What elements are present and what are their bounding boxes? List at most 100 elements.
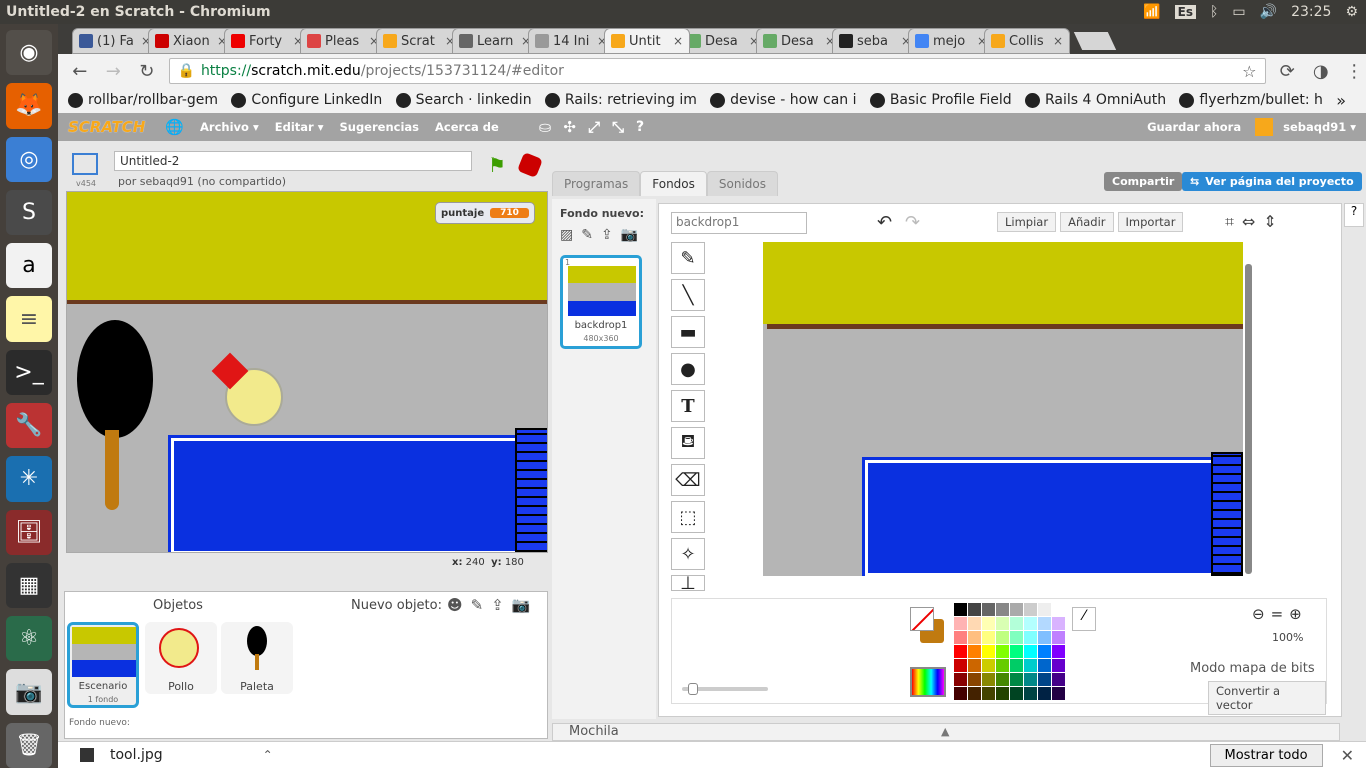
shrink-icon[interactable]: ⤡ <box>612 118 624 136</box>
palette-swatch[interactable] <box>954 631 967 644</box>
menu-acerca-de[interactable]: Acerca de <box>435 120 499 134</box>
fullscreen-icon[interactable] <box>72 153 98 175</box>
chromium-icon[interactable]: ◎ <box>6 136 52 182</box>
globe-icon[interactable]: 🌐 <box>165 118 184 136</box>
palette-swatch[interactable] <box>1010 631 1023 644</box>
palette-swatch[interactable] <box>1024 687 1037 700</box>
palette-swatch[interactable] <box>1038 673 1051 686</box>
extension-2-icon[interactable]: ◑ <box>1309 61 1333 82</box>
user-avatar[interactable] <box>1255 118 1274 136</box>
add-button[interactable]: Añadir <box>1060 212 1114 232</box>
brush-size-thumb[interactable] <box>688 683 698 695</box>
sprite-thumb-paleta[interactable]: Paleta <box>221 622 293 694</box>
browser-tab[interactable]: Forty × <box>224 28 310 54</box>
green-flag-icon[interactable]: ⚑ <box>488 153 506 177</box>
camera-icon[interactable]: 📷 <box>6 669 52 715</box>
paint-backdrop-icon[interactable]: ✎ <box>581 227 593 243</box>
sublime-text-icon[interactable]: S <box>6 189 52 236</box>
show-all-button[interactable]: Mostrar todo <box>1209 743 1323 767</box>
file-manager-icon[interactable]: 🗄 <box>6 509 52 555</box>
tab-close-icon[interactable]: × <box>673 34 683 48</box>
palette-swatch[interactable] <box>1052 631 1065 644</box>
stage-canvas[interactable]: puntaje 710 <box>66 191 548 553</box>
palette-swatch[interactable] <box>1010 603 1023 616</box>
menu-sugerencias[interactable]: Sugerencias <box>339 120 419 134</box>
browser-tab[interactable]: Learn × <box>452 28 538 54</box>
ubuntu-dash-icon[interactable]: ◉ <box>6 30 52 76</box>
palette-swatch[interactable] <box>1052 603 1065 616</box>
palette-swatch[interactable] <box>1010 673 1023 686</box>
palette-swatch[interactable] <box>982 659 995 672</box>
firefox-icon[interactable]: 🦊 <box>6 83 52 129</box>
text-tool-icon[interactable]: T <box>671 390 705 422</box>
backdrop-library-icon[interactable]: ▨ <box>560 227 573 243</box>
bookmark-star-icon[interactable]: ☆ <box>1242 62 1256 81</box>
select-tool-icon[interactable]: ⬚ <box>671 501 705 533</box>
paddle-sprite[interactable] <box>77 320 153 438</box>
browser-tab[interactable]: (1) Fa × <box>72 28 158 54</box>
palette-swatch[interactable] <box>1038 659 1051 672</box>
palette-swatch[interactable] <box>996 673 1009 686</box>
palette-swatch[interactable] <box>968 673 981 686</box>
eraser-tool-icon[interactable]: ⌫ <box>671 464 705 496</box>
upload-backdrop-icon[interactable]: ⇪ <box>601 227 613 243</box>
workspaces-icon[interactable]: ▦ <box>6 562 52 609</box>
palette-swatch[interactable] <box>968 687 981 700</box>
color-picker-gradient[interactable] <box>910 667 946 697</box>
clock[interactable]: 23:25 <box>1291 4 1331 20</box>
cut-icon[interactable]: ✣ <box>563 118 576 136</box>
sprite-library-icon[interactable]: ☻ <box>447 596 463 614</box>
palette-swatch[interactable] <box>1038 603 1051 616</box>
palette-swatch[interactable] <box>1038 645 1051 658</box>
palette-swatch[interactable] <box>968 659 981 672</box>
bookmark-item[interactable]: Basic Profile Field <box>869 92 1011 108</box>
palette-swatch[interactable] <box>1052 673 1065 686</box>
flip-vertical-icon[interactable]: ⇕ <box>1263 212 1276 232</box>
palette-swatch[interactable] <box>1052 659 1065 672</box>
bookmark-item[interactable]: devise - how can i <box>710 92 856 108</box>
save-now-link[interactable]: Guardar ahora <box>1147 120 1241 134</box>
zoom-in-icon[interactable]: ⊕ <box>1289 605 1302 623</box>
backpack-toggle-icon[interactable]: ▲ <box>941 725 949 738</box>
notes-icon[interactable]: ≡ <box>6 296 52 342</box>
palette-swatch[interactable] <box>1052 687 1065 700</box>
palette-swatch[interactable] <box>968 645 981 658</box>
browser-tab[interactable]: 14 Ini × <box>528 28 614 54</box>
convert-vector-button[interactable]: Convertir a vector <box>1208 681 1326 715</box>
palette-swatch[interactable] <box>1038 631 1051 644</box>
tab-sonidos[interactable]: Sonidos <box>706 171 778 196</box>
clear-button[interactable]: Limpiar <box>997 212 1057 232</box>
new-tab-button[interactable] <box>1073 32 1117 50</box>
palette-swatch[interactable] <box>1024 631 1037 644</box>
palette-swatch[interactable] <box>982 645 995 658</box>
bookmark-item[interactable]: rollbar/rollbar-gem <box>68 92 217 108</box>
wifi-icon[interactable]: 📶 <box>1143 4 1160 20</box>
scratch-logo[interactable]: SCRATCH <box>68 118 145 136</box>
battery-icon[interactable]: ▭ <box>1232 4 1245 20</box>
palette-swatch[interactable] <box>1010 645 1023 658</box>
terminal-icon[interactable]: >_ <box>6 349 52 395</box>
upload-sprite-icon[interactable]: ⇪ <box>491 596 504 614</box>
palette-swatch[interactable] <box>1024 617 1037 630</box>
project-title-input[interactable]: Untitled-2 <box>114 151 472 171</box>
amazon-icon[interactable]: a <box>6 243 52 289</box>
palette-swatch[interactable] <box>982 673 995 686</box>
palette-swatch[interactable] <box>954 645 967 658</box>
bookmark-item[interactable]: flyerhzm/bullet: h <box>1179 92 1322 108</box>
redo-icon[interactable]: ↷ <box>905 212 920 233</box>
download-chevron-icon[interactable]: ⌃ <box>263 748 273 762</box>
keyboard-layout[interactable]: Es <box>1174 5 1196 19</box>
browser-tab[interactable]: Collis × <box>984 28 1070 54</box>
canvas-scrollbar[interactable] <box>1245 264 1252 574</box>
browser-tab[interactable]: Untit × <box>604 28 690 54</box>
bookmark-item[interactable]: Rails: retrieving im <box>544 92 696 108</box>
palette-swatch[interactable] <box>1024 645 1037 658</box>
import-button[interactable]: Importar <box>1117 212 1184 232</box>
tab-close-icon[interactable]: × <box>1053 34 1063 48</box>
undo-icon[interactable]: ↶ <box>877 212 892 233</box>
palette-swatch[interactable] <box>968 631 981 644</box>
brush-size-slider[interactable] <box>682 683 768 695</box>
download-file[interactable]: tool.jpg <box>110 747 163 763</box>
palette-swatch[interactable] <box>954 687 967 700</box>
palette-swatch[interactable] <box>1038 617 1051 630</box>
